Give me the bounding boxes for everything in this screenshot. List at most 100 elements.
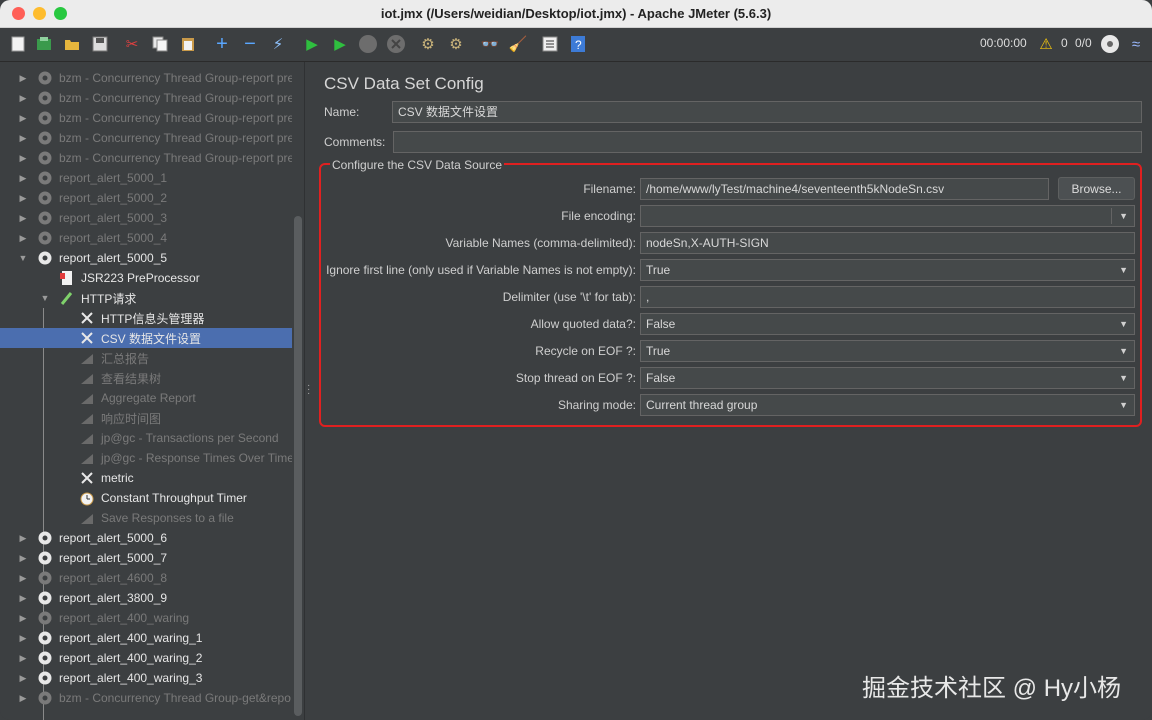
collapse-arrow-icon[interactable]: ▼ bbox=[18, 253, 28, 263]
name-field[interactable]: CSV 数据文件设置 bbox=[392, 101, 1142, 123]
expand-arrow-icon[interactable]: ▶ bbox=[18, 553, 28, 564]
expand-arrow-icon[interactable]: ▶ bbox=[18, 233, 28, 244]
expand-arrow-icon[interactable]: ▶ bbox=[18, 693, 28, 704]
expand-arrow-icon[interactable]: ▶ bbox=[18, 173, 28, 184]
function-helper-icon[interactable] bbox=[540, 34, 560, 54]
tree-item[interactable]: ▶ report_alert_400_waring_2 bbox=[0, 648, 292, 668]
expand-arrow-icon[interactable]: ▶ bbox=[18, 593, 28, 604]
tree-item[interactable]: ▶ report_alert_400_waring bbox=[0, 608, 292, 628]
tree-item[interactable]: ▶ bzm - Concurrency Thread Group-report p… bbox=[0, 88, 292, 108]
variable-names-field[interactable]: nodeSn,X-AUTH-SIGN bbox=[640, 232, 1135, 254]
tree-item[interactable]: ▶ report_alert_5000_2 bbox=[0, 188, 292, 208]
expand-arrow-icon[interactable]: ▶ bbox=[18, 93, 28, 104]
tree-item[interactable]: Save Responses to a file bbox=[0, 508, 292, 528]
comments-field[interactable] bbox=[393, 131, 1142, 153]
ignore-first-line-combo[interactable]: True ▼ bbox=[640, 259, 1135, 281]
tree-item[interactable]: ▶ bzm - Concurrency Thread Group-get&repo bbox=[0, 688, 292, 708]
chevron-down-icon[interactable]: ▼ bbox=[1119, 260, 1128, 280]
expand-arrow-icon[interactable]: ▶ bbox=[18, 213, 28, 224]
templates-icon[interactable] bbox=[34, 34, 54, 54]
expand-arrow-icon[interactable]: ▶ bbox=[18, 113, 28, 124]
expand-arrow-icon[interactable]: ▶ bbox=[18, 73, 28, 84]
shutdown-icon[interactable] bbox=[386, 34, 406, 54]
collapse-icon[interactable]: − bbox=[240, 34, 260, 54]
reset-search-icon[interactable]: 🧹 bbox=[508, 34, 528, 54]
clear-all-icon[interactable]: ⚙ bbox=[446, 34, 466, 54]
start-icon[interactable]: ▶ bbox=[302, 34, 322, 54]
tree-item[interactable]: Aggregate Report bbox=[0, 388, 292, 408]
log-icon[interactable]: ≈ bbox=[1126, 34, 1146, 54]
tree-item[interactable]: 汇总报告 bbox=[0, 348, 292, 368]
new-icon[interactable] bbox=[8, 34, 28, 54]
warning-icon[interactable]: ⚠ bbox=[1036, 34, 1056, 54]
tree-item[interactable]: CSV 数据文件设置 bbox=[0, 328, 292, 348]
toggle-icon[interactable]: ⚡ bbox=[268, 34, 288, 54]
tree-item[interactable]: ▶ report_alert_5000_3 bbox=[0, 208, 292, 228]
open-icon[interactable] bbox=[62, 34, 82, 54]
paste-icon[interactable] bbox=[178, 34, 198, 54]
tree-item[interactable]: ▶ report_alert_5000_4 bbox=[0, 228, 292, 248]
expand-arrow-icon[interactable]: ▶ bbox=[18, 153, 28, 164]
chevron-down-icon[interactable]: ▼ bbox=[1119, 368, 1128, 388]
tree-item[interactable]: ▶ report_alert_5000_7 bbox=[0, 548, 292, 568]
tree-scrollbar[interactable] bbox=[292, 62, 304, 720]
tree-item[interactable]: ▶ bzm - Concurrency Thread Group-report p… bbox=[0, 148, 292, 168]
sharing-mode-combo[interactable]: Current thread group ▼ bbox=[640, 394, 1135, 416]
tree-item[interactable]: ▶ report_alert_3800_9 bbox=[0, 588, 292, 608]
tree-item[interactable]: ▶ report_alert_4600_8 bbox=[0, 568, 292, 588]
gear-icon bbox=[37, 70, 53, 86]
tree-item[interactable]: HTTP信息头管理器 bbox=[0, 308, 292, 328]
collapse-arrow-icon[interactable]: ▼ bbox=[40, 293, 50, 303]
cut-icon[interactable]: ✂ bbox=[122, 34, 142, 54]
expand-arrow-icon[interactable]: ▶ bbox=[18, 633, 28, 644]
chevron-down-icon[interactable]: ▼ bbox=[1119, 314, 1128, 334]
chevron-down-icon[interactable]: ▼ bbox=[1119, 206, 1128, 226]
tree-item[interactable]: ▶ report_alert_5000_1 bbox=[0, 168, 292, 188]
close-window-button[interactable] bbox=[12, 7, 25, 20]
tree-scroll-thumb[interactable] bbox=[294, 216, 302, 716]
browse-button[interactable]: Browse... bbox=[1058, 177, 1135, 200]
chevron-down-icon[interactable]: ▼ bbox=[1119, 341, 1128, 361]
copy-icon[interactable] bbox=[150, 34, 170, 54]
gear-icon bbox=[37, 570, 53, 586]
tree-item[interactable]: ▶ bzm - Concurrency Thread Group-report p… bbox=[0, 108, 292, 128]
start-no-pauses-icon[interactable]: ▶ bbox=[330, 34, 350, 54]
tree-item[interactable]: JSR223 PreProcessor bbox=[0, 268, 292, 288]
save-icon[interactable] bbox=[90, 34, 110, 54]
tree-item[interactable]: ▶ report_alert_400_waring_3 bbox=[0, 668, 292, 688]
clear-icon[interactable]: ⚙ bbox=[418, 34, 438, 54]
delimiter-field[interactable]: , bbox=[640, 286, 1135, 308]
tree-item[interactable]: ▼ HTTP请求 bbox=[0, 288, 292, 308]
expand-arrow-icon[interactable]: ▶ bbox=[18, 533, 28, 544]
expand-arrow-icon[interactable]: ▶ bbox=[18, 613, 28, 624]
allow-quoted-combo[interactable]: False ▼ bbox=[640, 313, 1135, 335]
tree-item[interactable]: ▼ report_alert_5000_5 bbox=[0, 248, 292, 268]
expand-arrow-icon[interactable]: ▶ bbox=[18, 573, 28, 584]
tree-item[interactable]: jp@gc - Response Times Over Time bbox=[0, 448, 292, 468]
stop-thread-on-eof-combo[interactable]: False ▼ bbox=[640, 367, 1135, 389]
tree-item[interactable]: jp@gc - Transactions per Second bbox=[0, 428, 292, 448]
stop-icon[interactable] bbox=[358, 34, 378, 54]
search-icon[interactable]: 👓 bbox=[480, 34, 500, 54]
tree-item[interactable]: ▶ bzm - Concurrency Thread Group-report p… bbox=[0, 68, 292, 88]
tree-item[interactable]: ▶ report_alert_5000_6 bbox=[0, 528, 292, 548]
tree-item[interactable]: ▶ report_alert_400_waring_1 bbox=[0, 628, 292, 648]
tree-item[interactable]: metric bbox=[0, 468, 292, 488]
expand-arrow-icon[interactable]: ▶ bbox=[18, 193, 28, 204]
expand-arrow-icon[interactable]: ▶ bbox=[18, 133, 28, 144]
divider-grip-icon[interactable]: · · · bbox=[307, 381, 310, 399]
expand-arrow-icon[interactable]: ▶ bbox=[18, 653, 28, 664]
tree-item[interactable]: ▶ bzm - Concurrency Thread Group-report p… bbox=[0, 128, 292, 148]
tree-item[interactable]: Constant Throughput Timer bbox=[0, 488, 292, 508]
file-encoding-combo[interactable]: ▼ bbox=[640, 205, 1135, 227]
filename-field[interactable]: /home/www/lyTest/machine4/seventeenth5kN… bbox=[640, 178, 1049, 200]
tree-item[interactable]: 查看结果树 bbox=[0, 368, 292, 388]
recycle-on-eof-combo[interactable]: True ▼ bbox=[640, 340, 1135, 362]
expand-icon[interactable]: + bbox=[212, 34, 232, 54]
help-icon[interactable]: ? bbox=[568, 34, 588, 54]
maximize-window-button[interactable] bbox=[54, 7, 67, 20]
chevron-down-icon[interactable]: ▼ bbox=[1119, 395, 1128, 415]
tree-item[interactable]: 响应时间图 bbox=[0, 408, 292, 428]
expand-arrow-icon[interactable]: ▶ bbox=[18, 673, 28, 684]
minimize-window-button[interactable] bbox=[33, 7, 46, 20]
